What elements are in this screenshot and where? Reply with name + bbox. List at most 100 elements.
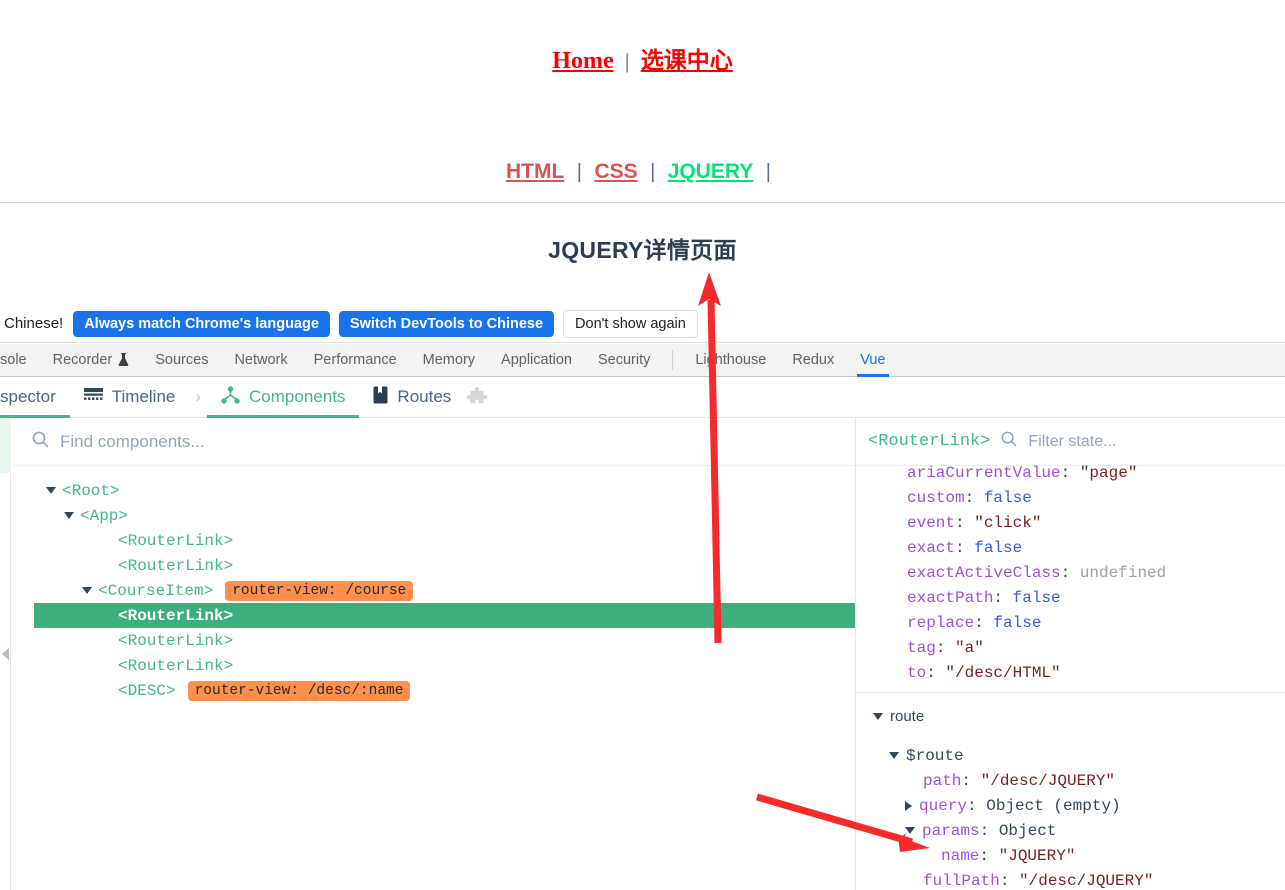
tab-vue[interactable]: Vue [847, 344, 898, 377]
state-row[interactable]: custom: false [856, 485, 1285, 510]
tab-redux[interactable]: Redux [779, 344, 847, 377]
state-value: "/desc/JQUERY" [1019, 871, 1154, 890]
route-group: route $route path: "/desc/JQUERY" query:… [856, 693, 1285, 890]
tree-node-routerlink[interactable]: <RouterLink> [12, 528, 855, 553]
tab-lighthouse[interactable]: Lighthouse [682, 344, 779, 377]
tree-node-routerlink[interactable]: <RouterLink> [12, 653, 855, 678]
rail-active-indicator [0, 418, 11, 473]
devtools-tab-bar: sole Recorder Sources Network Performanc… [0, 344, 1285, 377]
tree-node-routerlink[interactable]: <RouterLink> [12, 553, 855, 578]
state-row[interactable]: replace: false [856, 610, 1285, 635]
vue-tab-timeline-label: Timeline [111, 387, 176, 406]
left-rail [0, 418, 11, 890]
component-search-bar[interactable]: Find components... [12, 418, 855, 466]
nav-link-html[interactable]: HTML [506, 160, 564, 183]
nav-link-css[interactable]: CSS [594, 160, 637, 183]
state-key: ariaCurrentValue [907, 463, 1061, 482]
collapse-panel-icon[interactable] [2, 648, 9, 660]
state-filter-input[interactable]: Filter state... [1028, 433, 1116, 451]
vue-tab-routes-label: Routes [397, 387, 452, 406]
tab-console-label: sole [0, 352, 27, 368]
state-key: to [907, 663, 927, 682]
vue-tab-timeline[interactable]: Timeline [70, 377, 190, 418]
chevron-down-icon[interactable] [82, 587, 92, 594]
page-divider [0, 202, 1285, 203]
nav-link-home[interactable]: Home [552, 48, 613, 74]
tree-node-desc[interactable]: <DESC> router-view: /desc/:name [12, 678, 855, 703]
search-icon [32, 431, 49, 453]
tree-node-courseitem[interactable]: <CourseItem> router-view: /course [12, 578, 855, 603]
state-row[interactable]: query: Object (empty) [856, 793, 1285, 818]
vue-tab-routes[interactable]: Routes [359, 377, 465, 418]
state-row[interactable]: tag: "a" [856, 635, 1285, 660]
tree-node-label: <CourseItem> [98, 581, 214, 600]
tab-sources[interactable]: Sources [142, 344, 221, 377]
chevron-down-icon[interactable] [46, 487, 56, 494]
vue-tab-components[interactable]: Components [207, 377, 360, 418]
tree-node-routerlink[interactable]: <RouterLink> [12, 628, 855, 653]
tab-recorder[interactable]: Recorder [40, 344, 143, 377]
nav-link-jquery[interactable]: JQUERY [668, 160, 754, 183]
tree-node-routerlink-selected[interactable]: <RouterLink> [34, 603, 859, 628]
tab-memory[interactable]: Memory [410, 344, 488, 377]
switch-devtools-to-chinese-button[interactable]: Switch DevTools to Chinese [338, 310, 555, 337]
vue-tab-components-label: Components [249, 387, 346, 406]
tree-node-label: <RouterLink> [118, 606, 234, 625]
chevron-down-icon[interactable] [873, 713, 883, 720]
state-value: Object (empty) [986, 796, 1121, 815]
chevron-down-icon[interactable] [889, 752, 899, 759]
state-row-name-param[interactable]: name: "JQUERY" [856, 843, 1285, 868]
timeline-icon [83, 387, 103, 408]
state-row[interactable]: params: Object [856, 818, 1285, 843]
secondary-nav: HTML | CSS | JQUERY | [0, 160, 1285, 184]
tab-application[interactable]: Application [488, 344, 585, 377]
route-group-label: route [890, 708, 925, 725]
vue-tab-inspector-label: spector [0, 387, 56, 406]
nav-link-course-center[interactable]: 选课中心 [641, 48, 733, 74]
chevron-right-icon[interactable] [905, 800, 912, 811]
state-key: custom [907, 488, 965, 507]
vue-devtools-body: Find components... <Root> <App> <RouterL… [0, 418, 1285, 890]
state-row[interactable]: path: "/desc/JQUERY" [856, 768, 1285, 793]
state-key: exactPath [907, 588, 994, 607]
state-row[interactable]: exact: false [856, 535, 1285, 560]
state-key: tag [907, 638, 936, 657]
dont-show-again-button[interactable]: Don't show again [563, 309, 698, 338]
router-view-badge: router-view: /course [225, 580, 414, 601]
tab-network-label: Network [234, 352, 288, 368]
state-row[interactable]: fullPath: "/desc/JQUERY" [856, 868, 1285, 890]
tree-node-app[interactable]: <App> [12, 503, 855, 528]
nav-separator: | [625, 49, 630, 73]
tab-performance[interactable]: Performance [301, 344, 410, 377]
tab-console[interactable]: sole [0, 344, 40, 377]
always-match-chrome-language-button[interactable]: Always match Chrome's language [73, 310, 330, 337]
chevron-down-icon[interactable] [64, 512, 74, 519]
book-icon [373, 386, 388, 409]
tab-redux-label: Redux [792, 352, 835, 368]
state-key: path [923, 771, 962, 790]
state-row[interactable]: to: "/desc/HTML" [856, 660, 1285, 685]
state-row[interactable]: ariaCurrentValue: "page" [856, 460, 1285, 485]
state-row[interactable]: event: "click" [856, 510, 1285, 535]
state-key: replace [907, 613, 975, 632]
puzzle-piece-icon[interactable] [465, 387, 488, 407]
tree-node-label: <Root> [62, 481, 120, 500]
chevron-down-icon[interactable] [905, 827, 915, 834]
tree-node-label: <DESC> [118, 681, 176, 700]
tab-network[interactable]: Network [221, 344, 300, 377]
nav-separator-2: | [650, 161, 656, 183]
props-group: ariaCurrentValue: "page" custom: false e… [856, 457, 1285, 685]
flask-icon [118, 353, 129, 367]
tree-node-root[interactable]: <Root> [12, 478, 855, 503]
route-group-header[interactable]: route [856, 704, 1285, 729]
tree-node-label: <App> [80, 506, 129, 525]
state-value: "click" [974, 513, 1042, 532]
component-search-input[interactable]: Find components... [60, 432, 205, 452]
vue-tab-inspector[interactable]: spector [0, 377, 70, 418]
tab-security[interactable]: Security [585, 344, 663, 377]
tree-node-label: <RouterLink> [118, 631, 234, 650]
state-row[interactable]: exactPath: false [856, 585, 1285, 610]
route-object-header[interactable]: $route [856, 743, 1285, 768]
state-row[interactable]: exactActiveClass: undefined [856, 560, 1285, 585]
tree-node-label: <RouterLink> [118, 556, 234, 575]
